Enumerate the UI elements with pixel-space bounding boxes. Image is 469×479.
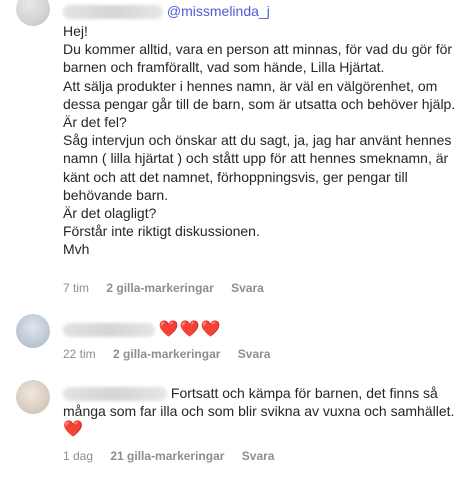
- username-blurred[interactable]: [63, 5, 163, 20]
- mention-link[interactable]: @missmelinda_j: [167, 3, 270, 19]
- reply-button[interactable]: Svara: [231, 281, 264, 295]
- comment-meta: 22 tim 2 gilla-markeringar Svara: [63, 347, 284, 361]
- likes-count[interactable]: 21 gilla-markeringar: [110, 449, 224, 463]
- comment-meta: 7 tim 2 gilla-markeringar Svara: [63, 281, 278, 295]
- comment-text-block: Fortsatt och kämpa för barnen, det finns…: [63, 384, 463, 440]
- comment-time[interactable]: 22 tim: [63, 347, 96, 361]
- comment-meta: 1 dag 21 gilla-markeringar Svara: [63, 449, 288, 463]
- heart-emoji-text: ❤️❤️❤️: [158, 321, 222, 338]
- reply-button[interactable]: Svara: [238, 347, 271, 361]
- comment-time[interactable]: 7 tim: [63, 281, 89, 295]
- likes-count[interactable]: 2 gilla-markeringar: [113, 347, 220, 361]
- avatar[interactable]: [16, 0, 50, 26]
- reply-button[interactable]: Svara: [242, 449, 275, 463]
- avatar[interactable]: [16, 380, 50, 414]
- comment-time[interactable]: 1 dag: [63, 449, 93, 463]
- username-blurred[interactable]: [63, 323, 155, 338]
- heart-emoji: ❤️: [63, 421, 84, 439]
- comment-text: Hej! Du kommer alltid, vara en person at…: [63, 23, 456, 258]
- username-blurred[interactable]: [63, 387, 167, 402]
- avatar[interactable]: [16, 314, 50, 348]
- comment-header: ❤️❤️❤️: [63, 319, 222, 340]
- likes-count[interactable]: 2 gilla-markeringar: [106, 281, 213, 295]
- comment-header: @missmelinda_j: [63, 2, 270, 20]
